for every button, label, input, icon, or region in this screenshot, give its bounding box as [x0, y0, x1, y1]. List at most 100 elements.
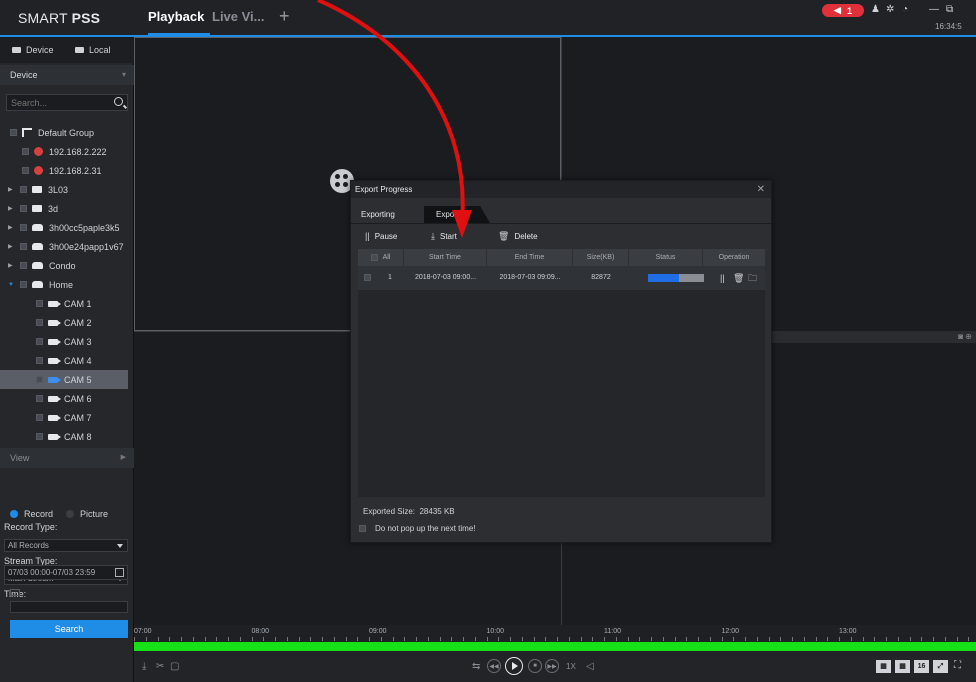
folder-icon[interactable] [10, 589, 20, 596]
tree-checkbox[interactable] [36, 433, 43, 440]
tree-checkbox[interactable] [20, 205, 27, 212]
gear-icon[interactable]: ✲ [886, 4, 894, 15]
volume-icon[interactable]: ◁ [586, 661, 594, 672]
no-popup-checkbox[interactable]: Do not pop up the next time! [359, 524, 476, 533]
tree-checkbox[interactable] [36, 395, 43, 402]
expand-right-icon[interactable]: ▶ [8, 224, 14, 231]
tree-item[interactable]: CAM 6 [0, 389, 128, 408]
tree-item[interactable]: CAM 8 [0, 427, 128, 446]
tree-checkbox[interactable] [36, 338, 43, 345]
minimize-button[interactable]: — [929, 4, 939, 15]
tree-checkbox[interactable] [20, 281, 27, 288]
tree-item[interactable]: 192.168.2.222 [0, 142, 128, 161]
search-button[interactable]: Search [10, 620, 128, 638]
table-row[interactable]: 1 2018-07-03 09:00... 2018-07-03 09:09..… [358, 266, 765, 290]
download-icon[interactable]: ⤓ [142, 661, 146, 672]
search-icon[interactable] [114, 97, 123, 106]
tree-item[interactable]: CAM 3 [0, 332, 128, 351]
user-icon[interactable]: ♟ [871, 4, 880, 15]
sync-icon[interactable]: ⇆ [472, 661, 480, 672]
tree-checkbox[interactable] [22, 167, 29, 174]
picture-radio[interactable]: Picture [66, 509, 108, 519]
timeline-minor-tick [521, 637, 523, 641]
tree-checkbox[interactable] [36, 414, 43, 421]
path-field[interactable] [10, 601, 128, 613]
play-button[interactable] [505, 657, 523, 675]
restore-button[interactable]: ⧉ [946, 4, 953, 15]
tree-checkbox[interactable] [20, 243, 27, 250]
tree-checkbox[interactable] [20, 224, 27, 231]
tree-checkbox[interactable] [36, 300, 43, 307]
tree-checkbox[interactable] [10, 129, 17, 136]
expand-down-icon[interactable]: ▼ [8, 282, 14, 288]
tree-item[interactable]: ▶ 3d [0, 199, 128, 218]
record-type-select[interactable]: All Records [4, 539, 128, 552]
tree-item[interactable]: CAM 1 [0, 294, 128, 313]
add-tab-button[interactable]: + [279, 6, 290, 27]
snapshot-zoom-icons[interactable]: ◙ ⊕ [958, 332, 972, 341]
tree-item[interactable]: CAM 7 [0, 408, 128, 427]
stop-button[interactable]: ■ [528, 659, 542, 673]
performance-icon[interactable]: ◔ [902, 4, 908, 15]
timeline-minor-tick [827, 637, 829, 641]
custom-layout-button[interactable]: ⤢ [933, 660, 948, 673]
alarm-badge[interactable]: ◀ 1 [822, 4, 864, 17]
timeline-tick-label: 09:00 [369, 628, 387, 635]
checkbox[interactable] [359, 525, 366, 532]
record-radio[interactable]: Record [10, 509, 53, 519]
tree-item[interactable]: Default Group [0, 123, 128, 142]
device-search-field[interactable] [6, 94, 128, 111]
tree-item[interactable]: 192.168.2.31 [0, 161, 128, 180]
tree-checkbox[interactable] [36, 357, 43, 364]
tree-checkbox[interactable] [20, 186, 27, 193]
tree-checkbox[interactable] [36, 376, 43, 383]
tree-checkbox[interactable] [20, 262, 27, 269]
layout-9-button[interactable]: ▦ [895, 660, 910, 673]
expand-right-icon[interactable]: ▶ [8, 262, 14, 269]
tree-item[interactable]: ▼ Home [0, 275, 128, 294]
trash-icon[interactable]: 🗑 [733, 266, 744, 290]
tree-checkbox[interactable] [22, 148, 29, 155]
expand-right-icon[interactable]: ▶ [8, 186, 14, 193]
tree-item[interactable]: ▶ 3h00cc5paple3k5 [0, 218, 128, 237]
tree-item[interactable]: ▶ 3h00e24papp1v67 [0, 237, 128, 256]
tab-exported[interactable]: Exported [424, 206, 490, 223]
lock-icon[interactable]: ▢ [170, 661, 179, 672]
fullscreen-icon[interactable]: ⛶ [954, 660, 961, 671]
view-section-header[interactable]: View ▶ [0, 448, 134, 468]
tree-item[interactable]: CAM 2 [0, 313, 128, 332]
pause-icon[interactable]: || [720, 266, 725, 290]
time-range-field[interactable]: 07/03 00:00-07/03 23:59 [4, 565, 128, 580]
layout-4-button[interactable]: ▦ [876, 660, 891, 673]
expand-right-icon[interactable]: ▶ [8, 205, 14, 212]
device-section-header[interactable]: Device ▾ [0, 65, 134, 85]
col-all[interactable]: All [358, 249, 404, 266]
tab-playback[interactable]: Playback [148, 9, 204, 24]
row-checkbox[interactable] [364, 266, 376, 290]
camera-icon [48, 395, 61, 402]
calendar-icon[interactable] [115, 568, 124, 577]
tab-exporting[interactable]: Exporting [351, 206, 417, 223]
recording-bar[interactable] [134, 642, 976, 651]
rewind-button[interactable]: ◀◀ [487, 659, 501, 673]
tree-item-label: Default Group [38, 127, 95, 138]
delete-button[interactable]: 🗑 Delete [498, 231, 538, 242]
clip-icon[interactable]: ✂ [156, 661, 164, 672]
tree-item[interactable]: CAM 5 [0, 370, 128, 389]
select-all-checkbox[interactable] [370, 253, 378, 261]
tab-live-view[interactable]: Live Vi... [212, 9, 265, 24]
start-button[interactable]: ⤓ Start [431, 231, 457, 242]
sidebar-tab-local[interactable]: Local [75, 45, 111, 55]
fast-forward-button[interactable]: ▶▶ [545, 659, 559, 673]
pause-button[interactable]: || Pause [365, 231, 397, 241]
sidebar-tab-device[interactable]: Device [12, 45, 54, 55]
layout-16-button[interactable]: 16 [914, 660, 929, 673]
expand-right-icon[interactable]: ▶ [8, 243, 14, 250]
tree-item[interactable]: CAM 4 [0, 351, 128, 370]
tree-item[interactable]: ▶ Condo [0, 256, 128, 275]
tree-item[interactable]: ▶ 3L03 [0, 180, 128, 199]
close-icon[interactable]: ✕ [757, 181, 765, 198]
device-search-input[interactable] [7, 95, 127, 110]
folder-icon[interactable]: 🗀 [748, 266, 757, 290]
tree-checkbox[interactable] [36, 319, 43, 326]
